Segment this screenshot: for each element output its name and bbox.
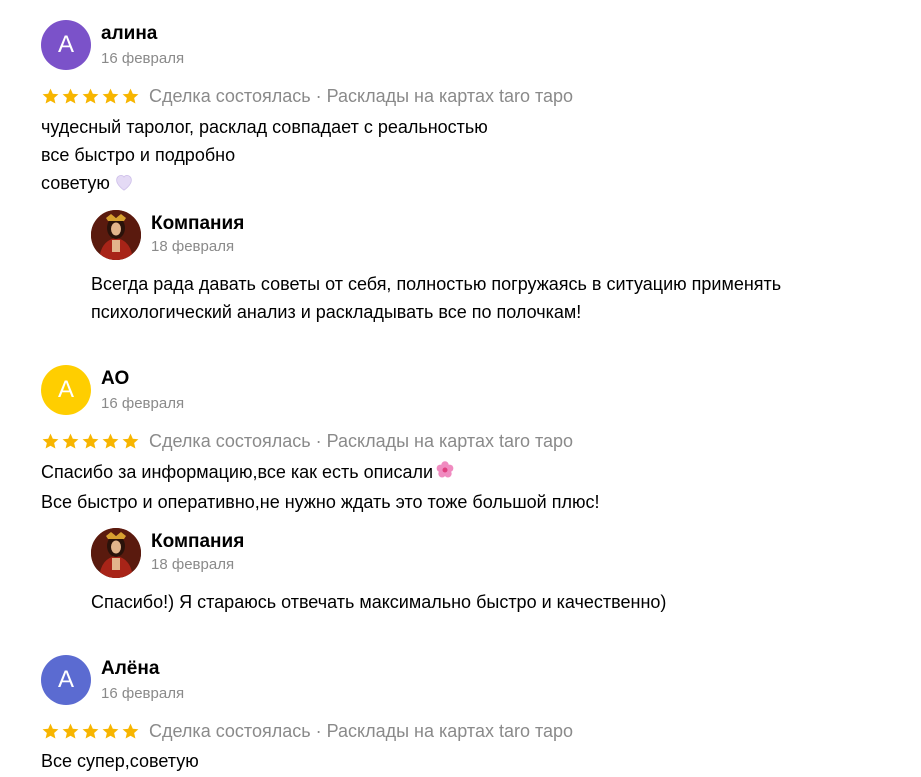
reply-text: Всегда рада давать советы от себя, полно…	[91, 270, 781, 326]
reply-text-line: психологический анализ и раскладывать вс…	[91, 302, 582, 322]
star-icon	[61, 722, 80, 741]
deal-info: Сделка состоялась · Расклады на картах t…	[149, 720, 574, 741]
rating-line: Сделка состоялась · Расклады на картах t…	[41, 429, 573, 453]
avatar: А	[41, 655, 91, 705]
flower-icon	[435, 460, 455, 488]
review-date: 16 февраля	[101, 685, 185, 702]
rating-line: Сделка состоялась · Расклады на картах t…	[41, 84, 573, 108]
star-icon	[81, 432, 100, 451]
review-text-line: Спасибо за информацию,все как есть описа…	[41, 462, 434, 482]
star-icon	[41, 87, 60, 106]
star-icon	[101, 87, 120, 106]
deal-info: Сделка состоялась · Расклады на картах t…	[149, 430, 574, 451]
company-reply: Компания 18 февраля Всегда рада давать с…	[91, 210, 891, 330]
review-text-line: чудесный таролог, расклад совпадает с ре…	[41, 117, 488, 137]
reply-text-line: Спасибо!) Я стараюсь отвечать максимальн…	[91, 592, 667, 612]
rating-line: Сделка состоялась · Расклады на картах t…	[41, 719, 573, 743]
company-reply: Компания 18 февраля Спасибо!) Я стараюсь…	[91, 528, 891, 623]
review-text: чудесный таролог, расклад совпадает с ре…	[41, 113, 488, 199]
avatar: А	[41, 20, 91, 70]
star-icon	[61, 432, 80, 451]
reply-text: Спасибо!) Я стараюсь отвечать максимальн…	[91, 588, 666, 616]
reply-author: Компания	[151, 213, 245, 234]
star-rating	[41, 722, 140, 741]
star-icon	[61, 87, 80, 106]
review-author[interactable]: Алёна	[101, 658, 159, 680]
review-author[interactable]: алина	[101, 23, 157, 45]
star-icon	[101, 722, 120, 741]
star-icon	[121, 432, 140, 451]
star-icon	[41, 722, 60, 741]
star-icon	[101, 432, 120, 451]
reply-text-line: Всегда рада давать советы от себя, полно…	[91, 274, 782, 294]
heart-icon	[114, 171, 134, 199]
review-author[interactable]: АО	[101, 368, 129, 390]
review-text: Все супер,советую	[41, 747, 199, 775]
star-rating	[41, 432, 140, 451]
review-date: 16 февраля	[101, 50, 185, 67]
review-date: 16 февраля	[101, 395, 185, 412]
review-text-line: советую	[41, 173, 110, 193]
reply-date: 18 февраля	[151, 556, 235, 573]
avatar: А	[41, 365, 91, 415]
deal-info: Сделка состоялась · Расклады на картах t…	[149, 85, 574, 106]
star-icon	[41, 432, 60, 451]
reply-author: Компания	[151, 531, 245, 552]
star-icon	[121, 87, 140, 106]
star-rating	[41, 87, 140, 106]
company-avatar	[91, 210, 141, 260]
star-icon	[81, 87, 100, 106]
review-text-line: Все быстро и оперативно,не нужно ждать э…	[41, 492, 600, 512]
reply-date: 18 февраля	[151, 238, 235, 255]
company-avatar	[91, 528, 141, 578]
review-text: Спасибо за информацию,все как есть описа…	[41, 458, 599, 516]
review-text-line: все быстро и подробно	[41, 145, 236, 165]
star-icon	[81, 722, 100, 741]
star-icon	[121, 722, 140, 741]
review-text-line: Все супер,советую	[41, 751, 199, 771]
